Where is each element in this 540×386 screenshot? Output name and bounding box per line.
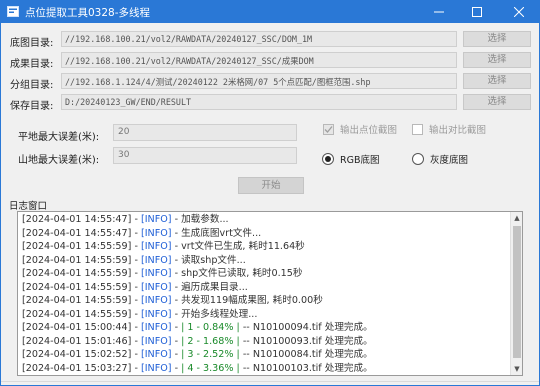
log-window-title: 日志窗口	[9, 201, 48, 212]
flat-error-label: 平地最大误差(米):	[18, 132, 100, 143]
log-window[interactable]: [2024-04-01 14:55:47] - [INFO] - 加载参数...…	[17, 211, 523, 376]
log-line: [2024-04-01 14:55:47] - [INFO] - 生成底图vrt…	[22, 227, 262, 239]
log-line: [2024-04-01 14:55:59] - [INFO] - 读取shp文件…	[22, 254, 246, 266]
log-line: [2024-04-01 14:55:59] - [INFO] - 开始多线程处理…	[22, 308, 258, 320]
save-dir-label: 保存目录:	[10, 101, 54, 112]
title-bar[interactable]: 点位提取工具0328-多线程	[1, 1, 539, 23]
checkbox-empty-icon	[412, 123, 423, 135]
maximize-button[interactable]	[460, 1, 494, 23]
result-dir-label: 成果目录:	[10, 59, 54, 70]
gray-basemap-radio[interactable]: 灰度底图	[412, 152, 468, 166]
log-line: [2024-04-01 14:55:59] - [INFO] - 遍历成果目录.…	[22, 281, 248, 293]
minimize-icon	[434, 11, 444, 13]
group-dir-select-button[interactable]: 选择	[463, 73, 531, 89]
scroll-down-icon[interactable]: ▼	[511, 363, 522, 375]
log-line: [2024-04-01 14:55:59] - [INFO] - shp文件已读…	[22, 268, 303, 279]
window-title: 点位提取工具0328-多线程	[25, 7, 151, 19]
close-button[interactable]	[498, 1, 539, 23]
group-dir-label: 分组目录:	[10, 80, 54, 91]
log-line: [2024-04-01 14:55:47] - [INFO] - 加载参数...	[22, 214, 229, 225]
minimize-button[interactable]	[422, 1, 456, 23]
save-dir-select-button[interactable]: 选择	[463, 94, 531, 110]
save-dir-field[interactable]: D:/20240123_GW/END/RESULT	[61, 94, 457, 110]
close-icon	[513, 7, 524, 17]
log-list: [2024-04-01 14:55:47] - [INFO] - 加载参数...…	[22, 213, 510, 375]
log-line: [2024-04-01 15:03:27] - [INFO] - | 4 - 3…	[22, 362, 373, 374]
output-points-map-checkbox[interactable]: 输出点位截图	[323, 122, 397, 136]
log-line: [2024-04-01 14:55:59] - [INFO] - vrt文件已生…	[22, 241, 305, 252]
group-dir-field[interactable]: //192.168.1.124/4/测试/20240122 2米格网/07 5个…	[61, 73, 457, 89]
scroll-thumb[interactable]	[513, 226, 521, 358]
app-icon	[7, 6, 19, 17]
radio-unselected-icon	[412, 153, 424, 165]
app-window: 点位提取工具0328-多线程 底图目录: //192.168.100.21/vo…	[0, 0, 540, 386]
maximize-icon	[472, 7, 482, 17]
output-points-map-label: 输出点位截图	[340, 125, 398, 136]
mountain-error-label: 山地最大误差(米):	[18, 155, 100, 166]
rgb-basemap-label: RGB底图	[340, 155, 380, 166]
result-dir-select-button[interactable]: 选择	[463, 52, 531, 68]
log-line: [2024-04-01 15:00:44] - [INFO] - | 1 - 0…	[22, 322, 373, 333]
basemap-dir-select-button[interactable]: 选择	[463, 31, 531, 47]
rgb-basemap-radio[interactable]: RGB底图	[322, 152, 379, 166]
checkbox-checked-icon	[323, 123, 334, 135]
basemap-dir-field[interactable]: //192.168.100.21/vol2/RAWDATA/20240127_S…	[61, 31, 457, 47]
log-line: [2024-04-01 15:02:52] - [INFO] - | 3 - 2…	[22, 349, 373, 360]
start-button[interactable]: 开始	[238, 177, 304, 194]
log-line: [2024-04-01 15:01:46] - [INFO] - | 2 - 1…	[22, 335, 373, 347]
gray-basemap-label: 灰度底图	[430, 155, 469, 166]
log-scrollbar[interactable]: ▲ ▼	[510, 212, 522, 375]
flat-error-input[interactable]: 20	[113, 124, 297, 141]
result-dir-field[interactable]: //192.168.100.21/vol2/RAWDATA/20240127_S…	[61, 52, 457, 68]
scroll-up-icon[interactable]: ▲	[511, 212, 522, 224]
mountain-error-input[interactable]: 30	[113, 147, 297, 164]
basemap-dir-label: 底图目录:	[10, 38, 54, 49]
output-compare-map-label: 输出对比截图	[429, 125, 487, 136]
output-compare-map-checkbox[interactable]: 输出对比截图	[412, 122, 486, 136]
radio-selected-icon	[322, 153, 334, 165]
status-divider	[1, 381, 539, 382]
log-line: [2024-04-01 14:55:59] - [INFO] - 共发现119幅…	[22, 295, 323, 306]
